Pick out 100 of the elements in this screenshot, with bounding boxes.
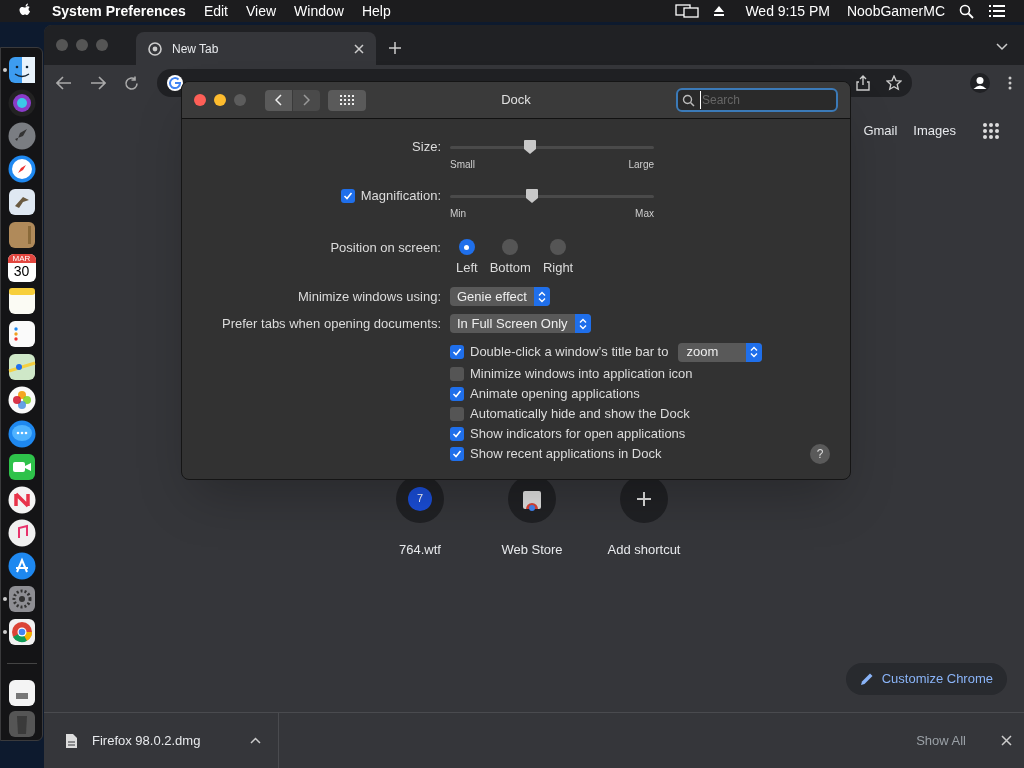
stepper-arrows-icon [578, 317, 587, 330]
grid-icon [340, 95, 354, 105]
checkbox[interactable] [450, 427, 464, 441]
popup-menu[interactable]: In Full Screen Only [450, 314, 591, 333]
back-button[interactable] [265, 89, 292, 111]
show-all-grid-button[interactable] [328, 89, 366, 111]
search-icon [682, 93, 695, 107]
news-icon[interactable] [7, 485, 36, 514]
slider-label: Magnification: [360, 187, 441, 206]
checkbox[interactable] [450, 345, 464, 359]
running-indicator [3, 67, 7, 72]
menu-list-icon[interactable] [988, 4, 1006, 18]
map-icon[interactable] [7, 353, 36, 382]
close-icon[interactable] [354, 43, 364, 54]
radio-label: Right [542, 259, 574, 277]
forward-arrow-icon[interactable] [90, 76, 106, 90]
app-store-icon[interactable] [7, 551, 36, 580]
profile-avatar-icon[interactable] [970, 73, 990, 93]
menu-app-name[interactable]: System Preferences [52, 0, 186, 22]
browser-tab[interactable]: New Tab [136, 32, 376, 65]
running-indicator [3, 597, 7, 602]
menu-item[interactable]: View [246, 0, 277, 22]
forward-button[interactable] [293, 89, 320, 111]
plus-icon [636, 490, 652, 507]
checkbox[interactable] [450, 387, 464, 401]
setting-label: Minimize windows using: [296, 287, 441, 306]
radio-button[interactable] [502, 239, 519, 255]
shortcut-letter-icon: 7 [408, 486, 432, 511]
checkbox-label: Automatically hide and show the Dock [470, 405, 690, 424]
menu-clock[interactable]: Wed 9:15 PM [745, 0, 830, 22]
video-camera-icon[interactable] [7, 452, 36, 481]
apps-grid-icon[interactable] [982, 121, 1000, 140]
radio-label: Left [456, 259, 478, 277]
checkbox-label: Show recent applications in Dock [470, 445, 662, 464]
show-all-link[interactable]: Show All [916, 730, 966, 751]
checkbox[interactable] [450, 407, 464, 421]
checkbox-label: Animate opening applications [470, 385, 640, 404]
checkbox[interactable] [450, 367, 464, 381]
menu-icon[interactable] [1008, 76, 1012, 90]
checkbox-label: Show indicators for open applications [470, 425, 686, 444]
slider-min-label: Small [450, 159, 475, 171]
chevron-left-icon [275, 94, 282, 106]
download-file-name[interactable]: Firefox 98.0.2.dmg [92, 730, 250, 751]
checkbox[interactable] [340, 189, 355, 203]
stepper-arrows-icon [537, 290, 546, 303]
search-input[interactable]: Search [700, 91, 820, 109]
star-icon[interactable] [886, 75, 902, 91]
help-button[interactable]: ? [810, 444, 830, 464]
calendar-month: MAR [7, 254, 36, 264]
radio-button[interactable] [550, 239, 567, 255]
chat-bubble-icon[interactable] [7, 419, 36, 448]
popup-menu[interactable]: zoom [678, 342, 763, 362]
header-link[interactable]: Images [913, 121, 956, 141]
stepper-arrows-icon [750, 346, 759, 358]
smiling-face-icon[interactable] [7, 55, 36, 84]
browser-logo-icon [148, 41, 162, 56]
slider-max-label: Max [635, 208, 654, 220]
chevron-down-icon[interactable] [996, 43, 1008, 51]
menu-item[interactable]: Edit [203, 0, 228, 22]
new-tab-icon[interactable] [388, 41, 402, 55]
share-icon[interactable] [856, 75, 870, 91]
popup-menu[interactable]: Genie effect [450, 287, 550, 306]
calendar-icon[interactable]: MAR 30 [7, 254, 36, 283]
browser-logo-icon[interactable] [7, 618, 36, 647]
checkbox-label: Double-click a window’s title bar to [470, 343, 669, 362]
display-mirroring-icon[interactable] [675, 3, 700, 19]
chevron-up-icon[interactable] [250, 737, 261, 744]
slider-thumb[interactable] [524, 188, 539, 204]
reload-icon[interactable] [124, 75, 139, 91]
glowing-orb-icon[interactable] [7, 88, 36, 117]
document-icon[interactable] [7, 679, 36, 708]
tab-title: New Tab [172, 40, 220, 58]
slider-max-label: Large [628, 159, 654, 171]
setting-label: Position on screen: [329, 239, 441, 257]
address-book-icon[interactable] [7, 221, 36, 249]
customize-chrome-button[interactable]: Customize Chrome [845, 663, 1007, 695]
google-logo-icon [167, 75, 183, 91]
window-close-control[interactable] [194, 94, 206, 106]
running-indicator [3, 630, 7, 635]
search-icon[interactable] [959, 3, 974, 19]
header-link[interactable]: Gmail [863, 121, 898, 141]
window-minimize-control[interactable] [214, 94, 226, 106]
search-field[interactable]: Search [676, 88, 838, 112]
menu-item[interactable]: Window [294, 0, 344, 22]
flower-icon[interactable] [7, 386, 36, 415]
close-icon[interactable] [1001, 735, 1012, 746]
slider-thumb[interactable] [522, 139, 537, 155]
checklist-icon[interactable] [7, 320, 36, 349]
menu-item[interactable]: Help [361, 0, 391, 22]
back-arrow-icon[interactable] [56, 76, 72, 90]
calendar-day: 30 [13, 263, 30, 281]
setting-label: Prefer tabs when opening documents: [221, 314, 441, 333]
menu-user-name[interactable]: NoobGamerMC [846, 0, 945, 22]
shortcut-label: 764.wtf [399, 540, 441, 559]
gear-icon[interactable] [7, 585, 36, 614]
eject-icon[interactable] [713, 5, 726, 17]
notepad-icon[interactable] [7, 287, 36, 316]
compass-icon[interactable] [7, 154, 36, 183]
radio-button[interactable] [458, 239, 475, 255]
checkbox[interactable] [450, 447, 464, 461]
